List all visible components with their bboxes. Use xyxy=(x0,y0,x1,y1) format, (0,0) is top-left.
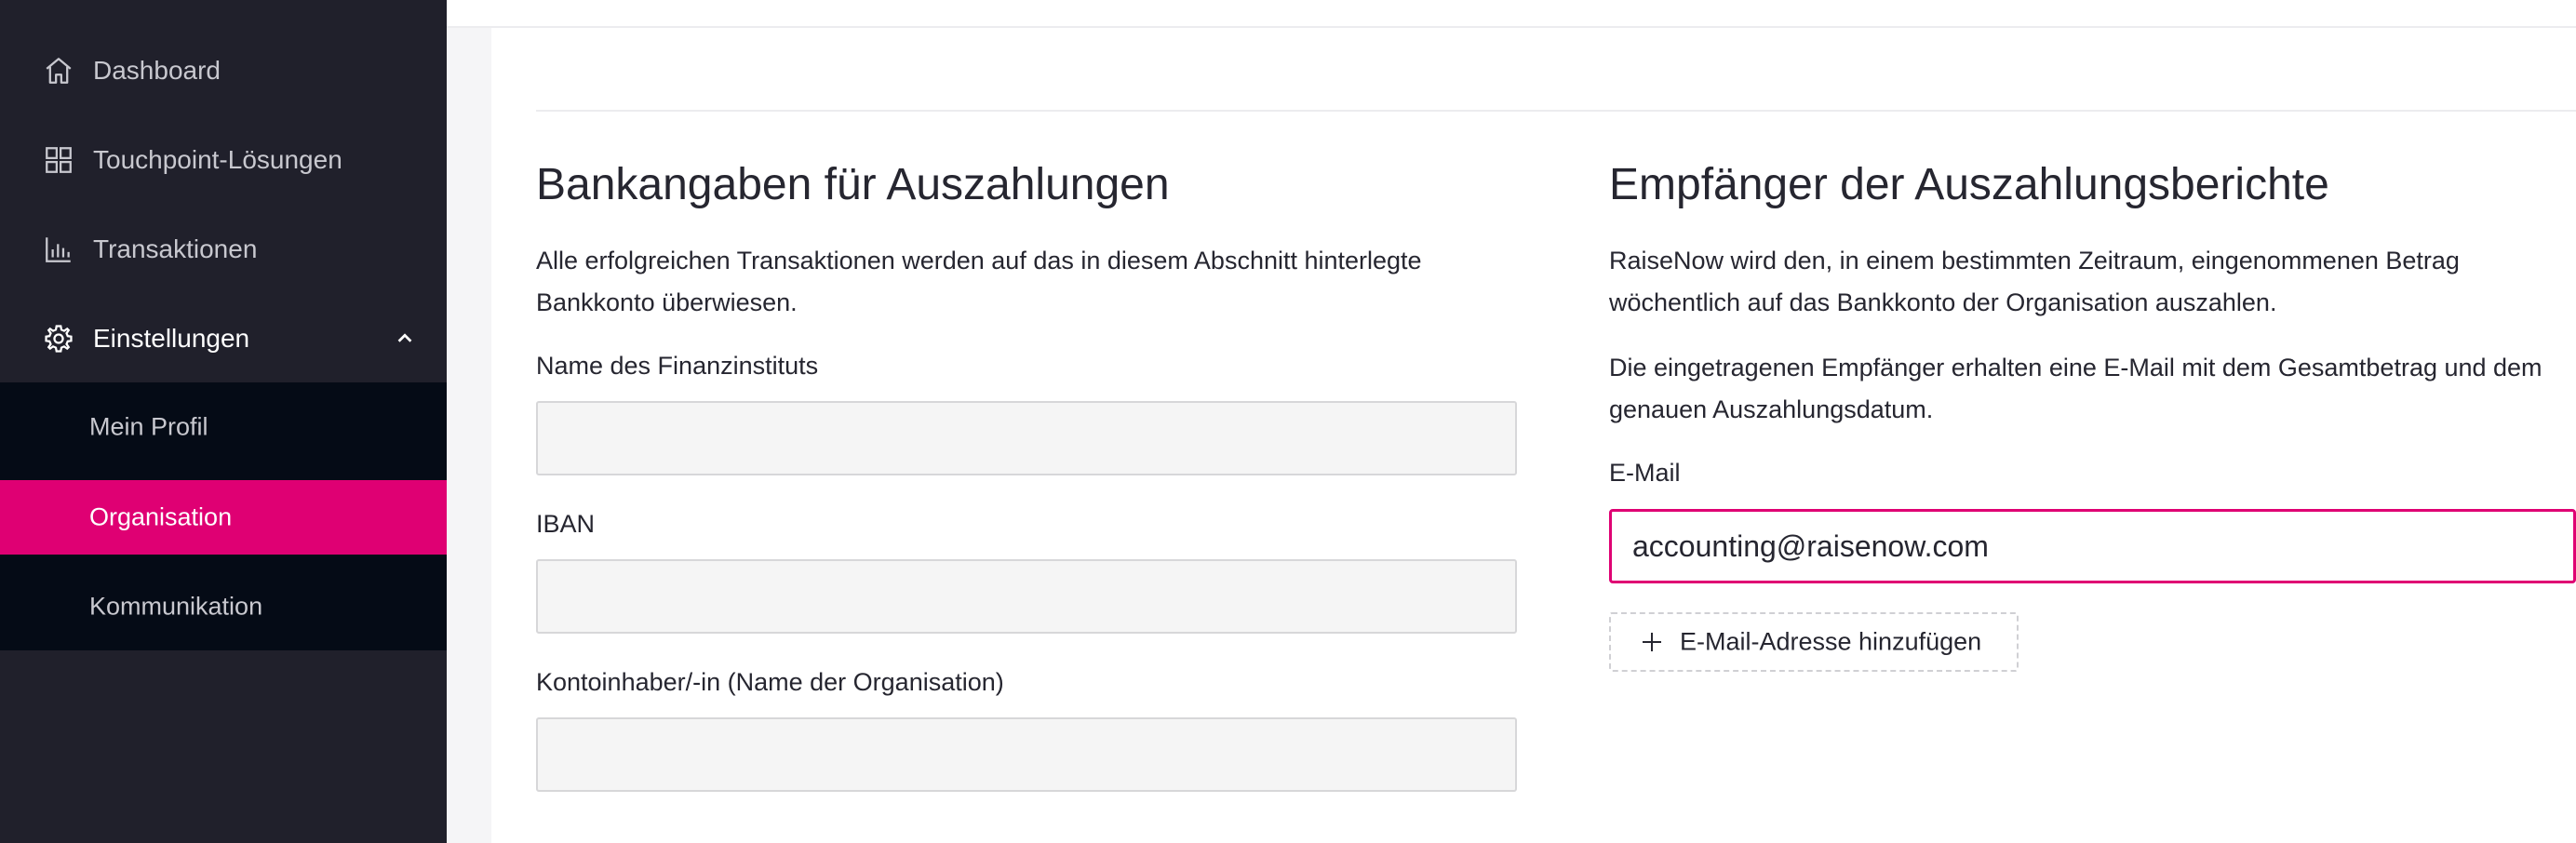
main-content: Bankangaben für Auszahlungen Alle erfolg… xyxy=(447,0,2576,843)
grid-icon xyxy=(43,144,74,176)
sidebar: Dashboard Touchpoint-Lösungen Transaktio… xyxy=(0,0,447,843)
bank-section-title: Bankangaben für Auszahlungen xyxy=(536,160,1170,209)
sidebar-subitem-mein-profil[interactable]: Mein Profil xyxy=(0,390,447,464)
sidebar-subitem-label: Kommunikation xyxy=(89,592,263,621)
sidebar-item-label: Einstellungen xyxy=(93,324,250,353)
sidebar-item-dashboard[interactable]: Dashboard xyxy=(0,26,447,115)
sidebar-item-einstellungen[interactable]: Einstellungen xyxy=(0,294,447,383)
add-email-button-label: E-Mail-Adresse hinzufügen xyxy=(1680,627,1982,656)
email-label: E-Mail xyxy=(1609,459,1681,487)
bank-section-description: Alle erfolgreichen Transaktionen werden … xyxy=(536,247,1422,316)
iban-label: IBAN xyxy=(536,510,596,538)
gear-icon xyxy=(43,323,74,355)
content-gutter xyxy=(447,28,491,843)
account-holder-label: Kontoinhaber/-in (Name der Organisation) xyxy=(536,668,1004,696)
recipients-section-title: Empfänger der Auszahlungsberichte xyxy=(1609,160,2329,209)
recipients-description-1: RaiseNow wird den, in einem bestimmten Z… xyxy=(1609,247,2460,316)
app: Dashboard Touchpoint-Lösungen Transaktio… xyxy=(0,0,2576,843)
add-email-button[interactable]: E-Mail-Adresse hinzufügen xyxy=(1609,612,2019,672)
sidebar-subitem-label: Mein Profil xyxy=(89,412,208,441)
recipients-description-2: Die eingetragenen Empfänger erhalten ein… xyxy=(1609,354,2542,423)
sidebar-item-label: Transaktionen xyxy=(93,234,258,263)
section-divider xyxy=(536,110,2576,112)
sidebar-item-transaktionen[interactable]: Transaktionen xyxy=(0,205,447,294)
sidebar-item-label: Dashboard xyxy=(93,56,221,85)
chevron-up-icon[interactable] xyxy=(395,328,415,349)
sidebar-subitem-organisation[interactable]: Organisation xyxy=(0,480,447,555)
bank-name-input[interactable] xyxy=(536,401,1517,475)
sidebar-item-label: Touchpoint-Lösungen xyxy=(93,145,342,174)
sidebar-subitem-kommunikation[interactable]: Kommunikation xyxy=(0,569,447,644)
home-icon xyxy=(43,55,74,87)
account-holder-input[interactable] xyxy=(536,717,1517,792)
iban-input[interactable] xyxy=(536,559,1517,634)
top-bar xyxy=(447,0,2576,28)
sidebar-subitem-label: Organisation xyxy=(89,502,233,531)
bar-chart-icon xyxy=(43,234,74,265)
email-input[interactable] xyxy=(1609,509,2576,583)
sidebar-item-touchpoint-loesungen[interactable]: Touchpoint-Lösungen xyxy=(0,115,447,205)
bank-name-label: Name des Finanzinstituts xyxy=(536,352,819,380)
settings-submenu: Mein Profil Organisation Kommunikation xyxy=(0,382,447,650)
plus-icon xyxy=(1643,633,1661,651)
